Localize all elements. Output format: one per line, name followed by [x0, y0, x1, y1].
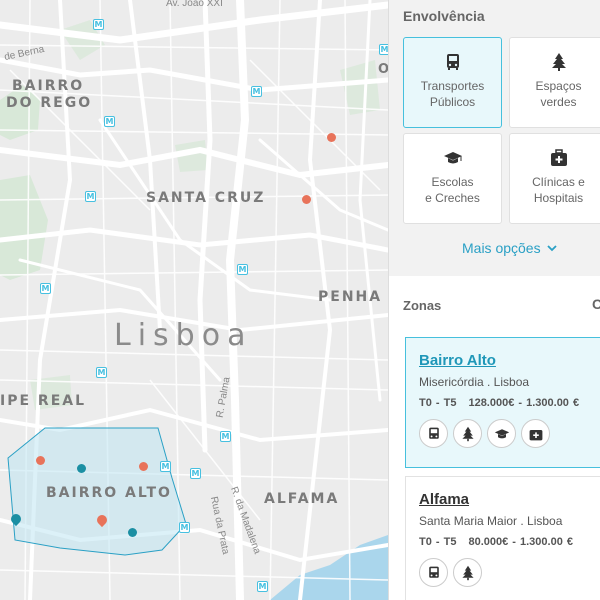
- chevron-down-icon: [547, 245, 558, 252]
- metro-station-icon[interactable]: M: [93, 19, 104, 30]
- category-clinicas-hospitais[interactable]: Clínicas e Hospitais: [509, 133, 600, 224]
- zone-subtitle: Misericórdia . Lisboa: [419, 375, 530, 389]
- graduation-cap-icon: [487, 419, 516, 448]
- bus-icon: [446, 54, 459, 70]
- zone-card-alfama[interactable]: Alfama Santa Maria Maior . Lisboa T0 - T…: [405, 476, 600, 600]
- metro-station-icon[interactable]: M: [220, 431, 231, 442]
- medical-kit-icon: [521, 419, 550, 448]
- metro-station-icon[interactable]: M: [257, 581, 268, 592]
- tree-icon: [453, 558, 482, 587]
- zone-price: 128.000€ - 1.300.00 €: [468, 397, 580, 409]
- tree-icon: [551, 53, 566, 71]
- metro-station-icon[interactable]: M: [40, 283, 51, 294]
- metro-station-icon[interactable]: M: [379, 44, 388, 55]
- zones-title: Zonas: [403, 298, 442, 313]
- zone-typology: T0 - T5: [419, 397, 457, 409]
- metro-station-icon[interactable]: M: [179, 522, 190, 533]
- category-escolas-creches[interactable]: Escolas e Creches: [403, 133, 502, 224]
- map-pin-orange[interactable]: [302, 195, 311, 204]
- zones-cut-label: C: [592, 296, 600, 312]
- zone-amenities: [419, 558, 600, 587]
- more-options-label: Mais opções: [462, 240, 541, 256]
- category-label-line1: Escolas: [431, 175, 474, 189]
- category-label-line2: Públicos: [429, 95, 476, 109]
- city-lisboa-label: Lisboa: [114, 318, 253, 353]
- zone-typology: T0 - T5: [419, 536, 457, 548]
- neighborhood-bairro-alto-label: BAIRRO ALTO: [46, 485, 172, 501]
- zone-amenities: [419, 419, 600, 448]
- zone-name-link[interactable]: Bairro Alto: [419, 352, 600, 369]
- metro-station-icon[interactable]: M: [104, 116, 115, 127]
- map-pin-orange[interactable]: [36, 456, 45, 465]
- metro-station-icon[interactable]: M: [251, 86, 262, 97]
- more-options-link[interactable]: Mais opções: [462, 240, 558, 256]
- neighborhood-penha-label: PENHA: [318, 289, 383, 305]
- neighborhood-santa-cruz-label: SANTA CRUZ: [146, 190, 266, 206]
- graduation-cap-icon: [443, 152, 462, 164]
- category-label-line2: Hospitais: [533, 191, 584, 205]
- metro-station-icon[interactable]: M: [190, 468, 201, 479]
- category-label-line1: Espaços: [535, 79, 582, 93]
- zone-subtitle: Santa Maria Maior . Lisboa: [419, 514, 563, 528]
- neighborhood-bairro-do-rego-label: BAIRRO: [12, 78, 85, 94]
- neighborhood-bairro-do-rego-label-2: DO REGO: [6, 95, 93, 111]
- map-pin-teal[interactable]: [128, 528, 137, 537]
- neighborhood-alfama-label: ALFAMA: [264, 491, 340, 507]
- bus-icon: [419, 558, 448, 587]
- medical-kit-icon: [550, 149, 567, 166]
- category-label-line1: Transportes: [420, 79, 485, 93]
- category-label-line2: verdes: [540, 95, 577, 109]
- metro-station-icon[interactable]: M: [160, 461, 171, 472]
- street-av-joao-xxi-label: Av. João XXI: [166, 0, 223, 9]
- metro-station-icon[interactable]: M: [96, 367, 107, 378]
- zone-name-link[interactable]: Alfama: [419, 491, 600, 508]
- zone-price: 80.000€ - 1.300.00 €: [468, 536, 573, 548]
- envolvencia-title: Envolvência: [403, 8, 485, 24]
- zone-meta: T0 - T5 80.000€ - 1.300.00 €: [419, 536, 600, 548]
- zones-panel: Zonas C Bairro Alto Misericórdia . Lisbo…: [389, 276, 600, 600]
- map-pin-orange[interactable]: [327, 133, 336, 142]
- sidebar: Envolvência Transportes Públicos Espaços…: [388, 0, 600, 600]
- metro-station-icon[interactable]: M: [237, 264, 248, 275]
- map-pin-teal[interactable]: [77, 464, 86, 473]
- neighborhood-principe-real-label: IPE REAL: [0, 393, 87, 409]
- bus-icon: [419, 419, 448, 448]
- map-cut-label: O: [378, 62, 388, 77]
- metro-station-icon[interactable]: M: [85, 191, 96, 202]
- category-espacos-verdes[interactable]: Espaços verdes: [509, 37, 600, 128]
- map[interactable]: BAIRRO DO REGO SANTA CRUZ PENHA Lisboa I…: [0, 0, 388, 600]
- zone-card-bairro-alto[interactable]: Bairro Alto Misericórdia . Lisboa T0 - T…: [405, 337, 600, 468]
- category-transportes-publicos[interactable]: Transportes Públicos: [403, 37, 502, 128]
- map-pin-orange[interactable]: [139, 462, 148, 471]
- tree-icon: [453, 419, 482, 448]
- category-label-line1: Clínicas e: [532, 175, 585, 189]
- category-label-line2: e Creches: [425, 191, 480, 205]
- zone-meta: T0 - T5 128.000€ - 1.300.00 €: [419, 397, 600, 409]
